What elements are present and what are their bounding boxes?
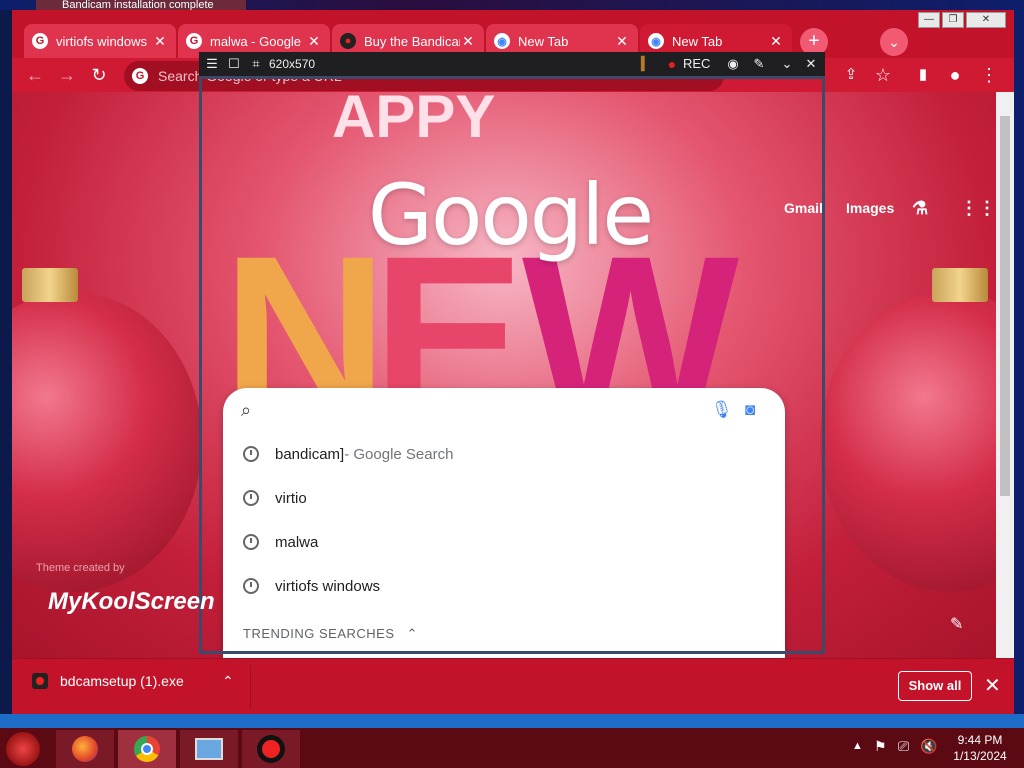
taskbar: [0, 728, 1024, 768]
share-icon[interactable]: ⇪: [838, 62, 864, 88]
bandicam-close-icon[interactable]: ✕: [801, 54, 821, 74]
bandicam-capture-frame[interactable]: [199, 76, 825, 654]
background-window-tab[interactable]: Bandicam installation complete: [36, 0, 246, 10]
capture-size-label: 620x570: [269, 57, 316, 71]
bookmark-star-icon[interactable]: ☆: [870, 62, 896, 88]
volume-muted-icon[interactable]: 🔇: [920, 738, 937, 755]
chrome-taskbar-icon[interactable]: [118, 730, 176, 768]
bandicam-taskbar-icon[interactable]: [242, 730, 300, 768]
tab-title: Buy the Bandicam: [364, 33, 460, 49]
more-chevron-icon[interactable]: ⌄: [777, 54, 797, 74]
close-download-bar-icon[interactable]: ✕: [984, 673, 1001, 698]
tab-title: New Tab: [518, 33, 569, 49]
firefox-taskbar-icon[interactable]: [56, 730, 114, 768]
close-window-button[interactable]: ✕: [966, 12, 1006, 28]
google-icon: G: [32, 33, 48, 49]
network-icon[interactable]: ⎚: [898, 738, 909, 755]
ornament-right: [820, 292, 996, 592]
close-tab-icon[interactable]: ✕: [460, 33, 476, 50]
system-clock[interactable]: 9:44 PM 1/13/2024: [940, 732, 1020, 764]
desktop-strip: [0, 714, 1024, 728]
minimize-button[interactable]: —: [918, 12, 940, 28]
close-tab-icon[interactable]: ✕: [614, 33, 630, 50]
computer-taskbar-icon[interactable]: [180, 730, 238, 768]
tab-search-button[interactable]: ⌄: [880, 28, 908, 56]
restore-button[interactable]: ❐: [942, 12, 964, 28]
google-icon: G: [132, 68, 148, 84]
bandicam-menu-icon[interactable]: ☰: [203, 54, 221, 74]
desktop-edge: [1014, 10, 1024, 714]
close-tab-icon[interactable]: ✕: [768, 33, 784, 50]
chrome-icon: ◉: [494, 33, 510, 49]
download-filename: bdcamsetup (1).exe: [60, 673, 184, 689]
profile-avatar-icon[interactable]: ●: [942, 62, 968, 88]
theme-watermark: MyKoolScreen: [48, 588, 215, 615]
screenshot-camera-icon[interactable]: ◉: [723, 54, 743, 74]
download-item[interactable]: bdcamsetup (1).exe: [32, 673, 184, 689]
apps-grid-icon[interactable]: ⋮⋮⋮: [960, 198, 996, 219]
customize-pencil-icon[interactable]: ✎: [950, 614, 963, 634]
download-bar: bdcamsetup (1).exe ⌃ Show all ✕: [12, 658, 1014, 714]
ornament-cap-right: [932, 268, 988, 302]
tray-chevron-icon[interactable]: ▲: [852, 740, 863, 752]
divider-icon: ▍: [641, 56, 651, 71]
back-icon[interactable]: ←: [22, 62, 48, 88]
ornament-left: [12, 292, 202, 592]
menu-kebab-icon[interactable]: ⋮: [976, 62, 1002, 88]
region-select-icon[interactable]: ⌗: [247, 54, 265, 74]
tab-title: New Tab: [672, 33, 723, 49]
ornament-cap-left: [22, 268, 78, 302]
forward-icon[interactable]: →: [54, 62, 80, 88]
tab-title: virtiofs windows: [56, 33, 148, 49]
draw-pencil-icon[interactable]: ✎: [749, 54, 769, 74]
tab-virtiofs-windows[interactable]: G virtiofs windows ✕: [24, 24, 176, 58]
clock-time: 9:44 PM: [957, 733, 1003, 747]
show-all-button[interactable]: Show all: [898, 671, 972, 701]
bandicam-file-icon: [32, 673, 48, 689]
close-tab-icon[interactable]: ✕: [152, 33, 168, 50]
clock-date: 1/13/2024: [953, 749, 1007, 763]
action-flag-icon[interactable]: ⚑: [874, 738, 887, 755]
tab-title: malwa - Google: [210, 33, 302, 49]
fullscreen-square-icon[interactable]: ☐: [225, 54, 243, 74]
side-panel-icon[interactable]: ▮: [910, 62, 936, 88]
bandicam-toolbar: ☰ ☐ ⌗ 620x570 ▍ ● REC ◉ ✎ ⌄ ✕: [199, 52, 825, 76]
rec-dot-icon: ●: [667, 56, 677, 72]
google-icon: G: [186, 33, 202, 49]
divider: [250, 665, 251, 709]
theme-credit: Theme created by: [36, 562, 125, 574]
labs-flask-icon[interactable]: ⚗: [912, 198, 928, 219]
images-link[interactable]: Images: [846, 200, 894, 216]
close-tab-icon[interactable]: ✕: [306, 33, 322, 50]
bandicam-icon: ●: [340, 33, 356, 49]
chevron-up-icon[interactable]: ⌃: [222, 673, 234, 690]
scrollbar-thumb[interactable]: [1000, 116, 1010, 496]
start-button-ornament-icon[interactable]: [6, 732, 40, 766]
tab-strip: G virtiofs windows ✕ G malwa - Google ✕ …: [12, 10, 1014, 58]
rec-button[interactable]: REC: [683, 54, 717, 74]
chrome-icon: ◉: [648, 33, 664, 49]
reload-icon[interactable]: ↻: [86, 62, 112, 88]
